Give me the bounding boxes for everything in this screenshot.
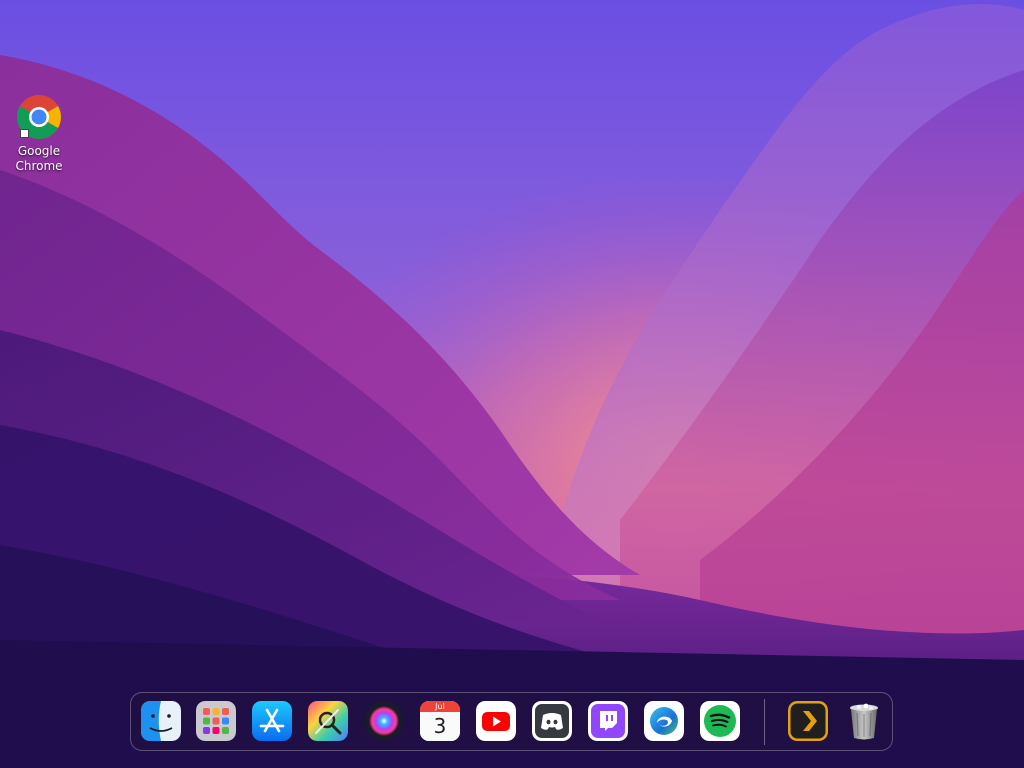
finder-icon	[141, 701, 181, 741]
dock-item-spotify[interactable]	[700, 701, 740, 741]
dock-item-siri[interactable]	[364, 701, 404, 741]
launchpad-icon	[196, 701, 236, 741]
dock-item-discord[interactable]	[532, 701, 572, 741]
twitch-icon	[588, 701, 628, 741]
tools-icon	[308, 701, 348, 741]
youtube-icon	[476, 701, 516, 741]
app-store-icon	[252, 701, 292, 741]
dock-item-edge[interactable]	[644, 701, 684, 741]
trash-icon	[850, 703, 878, 740]
chrome-icon	[16, 94, 62, 140]
calendar-day: 3	[420, 712, 460, 741]
desktop: Google Chrome Jul 3	[0, 0, 1024, 768]
spotify-icon	[700, 701, 740, 741]
dock-item-plex[interactable]	[788, 701, 828, 741]
plex-icon	[788, 701, 828, 741]
shortcut-arrow-icon	[20, 129, 29, 138]
dock-item-youtube[interactable]	[476, 701, 516, 741]
dock-item-system-utilities[interactable]	[308, 701, 348, 741]
desktop-icon-label: Google Chrome	[15, 144, 63, 173]
dock-item-twitch[interactable]	[588, 701, 628, 741]
dock-separator	[764, 699, 765, 745]
dock-item-launchpad[interactable]	[196, 701, 236, 741]
dock-item-calendar[interactable]: Jul 3	[420, 701, 460, 741]
dock-item-finder[interactable]	[141, 701, 181, 741]
edge-icon	[644, 701, 684, 741]
discord-icon	[532, 701, 572, 741]
wallpaper	[0, 0, 1024, 768]
dock-item-app-store[interactable]	[252, 701, 292, 741]
dock-item-trash[interactable]	[844, 701, 884, 741]
siri-icon	[364, 701, 404, 741]
desktop-icon-google-chrome[interactable]: Google Chrome	[8, 94, 70, 174]
dock: Jul 3	[130, 692, 893, 751]
